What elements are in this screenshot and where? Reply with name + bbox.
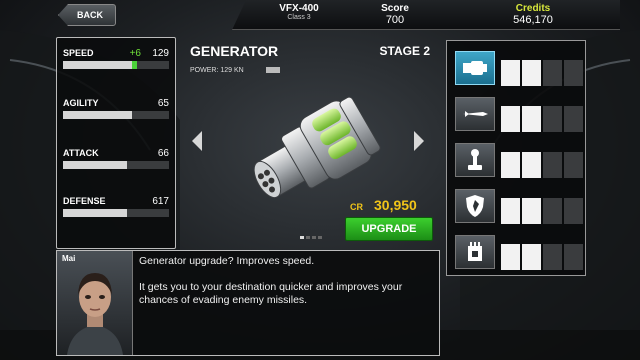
previous-arrow-icon[interactable]: [190, 129, 204, 153]
slot-level-box: [564, 106, 583, 132]
power-readout: POWER: 129 KN: [190, 67, 244, 74]
credits-info: Credits 546,170: [478, 3, 588, 26]
stat-bar: [63, 209, 169, 217]
upgrade-button[interactable]: UPGRADE: [345, 217, 433, 241]
dialogue-panel: Mai Generator upgrade? Improves speed. I…: [56, 250, 440, 356]
slot-chip[interactable]: [451, 233, 583, 271]
dialogue-text: Generator upgrade? Improves speed. It ge…: [139, 255, 435, 320]
upgrade-title: GENERATOR: [190, 43, 279, 59]
upgrade-button-label: UPGRADE: [361, 223, 417, 235]
page-dot: [306, 236, 310, 239]
slot-level-box: [522, 60, 541, 86]
credits-label: Credits: [515, 3, 551, 14]
stat-bonus: +6: [129, 48, 141, 59]
ship-class: Class 3: [287, 14, 311, 21]
slot-level-box: [501, 106, 520, 132]
page-dot: [318, 236, 322, 239]
ship-stats-panel: SPEED +6 129 AGILITY 65 ATTACK 66 DEFENS…: [56, 37, 176, 249]
next-arrow-icon[interactable]: [412, 129, 426, 153]
speaker-name: Mai: [62, 254, 76, 263]
missile-icon[interactable]: [455, 97, 495, 131]
dialogue-line: Generator upgrade? Improves speed.: [139, 255, 315, 267]
stat-bar-fill: [63, 161, 127, 169]
slot-level-box: [522, 152, 541, 178]
slot-level-box: [543, 244, 562, 270]
slot-level-box: [522, 198, 541, 224]
slot-level-box: [564, 198, 583, 224]
slot-level-box: [564, 60, 583, 86]
upgrade-price: 30,950: [374, 197, 417, 213]
score-info: Score 700: [360, 3, 430, 26]
slot-missile[interactable]: [451, 95, 583, 133]
credits-value: 546,170: [513, 14, 553, 26]
top-stats-bar: VFX-400 Class 3 Score 700 Credits 546,17…: [232, 0, 620, 30]
avatar: Mai: [57, 251, 133, 355]
stat-value: 129: [152, 48, 169, 59]
slot-level-box: [501, 60, 520, 86]
stat-value: 66: [157, 148, 169, 159]
slot-joystick[interactable]: [451, 141, 583, 179]
slot-level-box: [543, 60, 562, 86]
ship-name: VFX-400: [279, 3, 319, 14]
ship-info: VFX-400 Class 3: [254, 3, 344, 21]
stat-value: 617: [152, 196, 169, 207]
slot-level-box: [501, 198, 520, 224]
slot-level-box: [522, 106, 541, 132]
slot-shield[interactable]: [451, 187, 583, 225]
page-indicator: [300, 236, 322, 239]
stat-value: 65: [157, 98, 169, 109]
stat-name: AGILITY: [63, 98, 99, 108]
upgrade-panel: GENERATOR STAGE 2 POWER: 129 KN CR 30,95…: [178, 37, 440, 249]
stat-bar: [63, 61, 169, 69]
top-bar: BACK VFX-400 Class 3 Score 700 Credits 5…: [0, 0, 640, 34]
shield-icon[interactable]: [455, 189, 495, 223]
page-dot: [300, 236, 304, 239]
slot-generator[interactable]: [451, 49, 583, 87]
stat-bar: [63, 161, 169, 169]
power-bar: [266, 67, 280, 73]
slot-level-box: [501, 244, 520, 270]
slot-level-box: [564, 152, 583, 178]
stat-name: ATTACK: [63, 148, 99, 158]
upgrade-category-panel: [446, 40, 586, 276]
price-currency-label: CR: [350, 202, 363, 212]
slot-level-box: [564, 244, 583, 270]
generator-icon[interactable]: [455, 51, 495, 85]
dialogue-line: It gets you to your destination quicker …: [139, 281, 403, 306]
slot-level-box: [501, 152, 520, 178]
stat-bar-fill: [63, 61, 132, 69]
stat-name: DEFENSE: [63, 196, 106, 206]
stat-bar-bonus-fill: [131, 61, 138, 69]
slot-level-box: [522, 244, 541, 270]
score-value: 700: [385, 14, 405, 26]
score-label: Score: [381, 3, 409, 14]
slot-level-box: [543, 152, 562, 178]
stat-name: SPEED: [63, 48, 94, 58]
chip-icon[interactable]: [455, 235, 495, 269]
slot-level-box: [543, 198, 562, 224]
slot-level-box: [543, 106, 562, 132]
stat-bar: [63, 111, 169, 119]
back-button[interactable]: BACK: [58, 4, 116, 26]
stat-bar-fill: [63, 209, 127, 217]
stat-bar-fill: [63, 111, 132, 119]
upgrade-stage: STAGE 2: [379, 44, 430, 58]
back-button-label: BACK: [77, 10, 103, 20]
joystick-icon[interactable]: [455, 143, 495, 177]
page-dot: [312, 236, 316, 239]
